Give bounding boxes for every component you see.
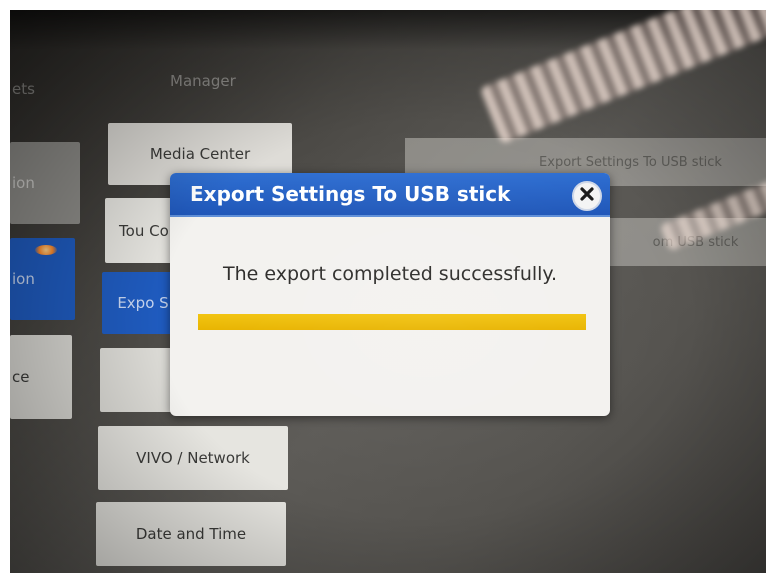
left-item-label: ets bbox=[12, 80, 35, 98]
action-label: Export Settings To USB stick bbox=[539, 154, 722, 170]
export-progress-fill bbox=[198, 314, 586, 330]
dialog-title: Export Settings To USB stick bbox=[190, 182, 511, 206]
left-menu-tile[interactable]: ce bbox=[10, 335, 72, 419]
menu-item-vivo-network[interactable]: VIVO / Network bbox=[98, 426, 288, 490]
menu-item-date-and-time[interactable]: Date and Time bbox=[96, 502, 286, 566]
close-icon bbox=[579, 186, 595, 206]
dialog-header: Export Settings To USB stick bbox=[170, 173, 610, 217]
left-menu-tile-label: ion bbox=[12, 270, 35, 288]
screen-top-shadow bbox=[10, 10, 766, 50]
dialog-message: The export completed successfully. bbox=[223, 263, 557, 285]
section-label-manager: Manager bbox=[170, 72, 236, 90]
left-menu-tile[interactable]: ion bbox=[10, 142, 80, 224]
left-menu-tile-label: ce bbox=[12, 368, 30, 386]
menu-item-label: Tou Cor bbox=[119, 221, 175, 240]
status-indicator-light bbox=[35, 245, 57, 255]
menu-item-label: Media Center bbox=[149, 145, 251, 163]
export-dialog: Export Settings To USB stick The export … bbox=[170, 173, 610, 416]
dialog-close-button[interactable] bbox=[572, 181, 602, 211]
left-menu-tile-label: ion bbox=[12, 174, 35, 192]
device-screen: Manager ets ion ion ce Media Center Tou … bbox=[10, 10, 766, 573]
menu-item-label: Date and Time bbox=[135, 525, 247, 543]
menu-item-label: Expo S bbox=[117, 294, 169, 312]
menu-item-label: VIVO / Network bbox=[136, 449, 250, 467]
export-progress-bar bbox=[198, 314, 586, 330]
